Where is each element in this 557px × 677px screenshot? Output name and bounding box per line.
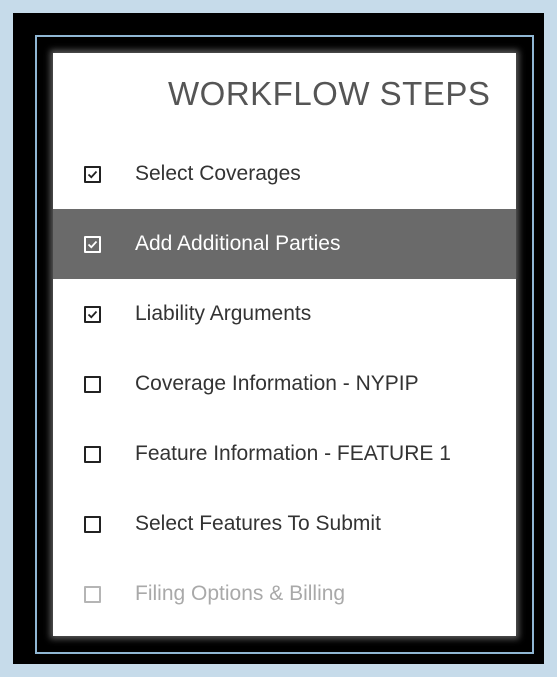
checkbox-checked-icon[interactable] bbox=[84, 165, 101, 183]
step-label: Select Features To Submit bbox=[135, 512, 381, 535]
step-select-features-to-submit[interactable]: Select Features To Submit bbox=[53, 489, 516, 559]
step-label: Add Additional Parties bbox=[135, 232, 341, 255]
panel-title: WORKFLOW STEPS bbox=[168, 75, 491, 112]
workflow-steps-panel: WORKFLOW STEPS Select Coverages Add Addi… bbox=[53, 53, 516, 636]
step-add-additional-parties[interactable]: Add Additional Parties bbox=[53, 209, 516, 279]
workflow-steps-list: Select Coverages Add Additional Parties … bbox=[53, 139, 516, 629]
checkbox-empty-icon[interactable] bbox=[84, 515, 101, 533]
step-label: Feature Information - FEATURE 1 bbox=[135, 442, 451, 465]
step-feature-information-feature-1[interactable]: Feature Information - FEATURE 1 bbox=[53, 419, 516, 489]
step-select-coverages[interactable]: Select Coverages bbox=[53, 139, 516, 209]
checkbox-checked-icon[interactable] bbox=[84, 235, 101, 253]
step-label: Liability Arguments bbox=[135, 302, 312, 325]
checkbox-empty-icon[interactable] bbox=[84, 445, 101, 463]
step-coverage-information-nypip[interactable]: Coverage Information - NYPIP bbox=[53, 349, 516, 419]
frame-border: WORKFLOW STEPS Select Coverages Add Addi… bbox=[35, 35, 534, 654]
step-label: Select Coverages bbox=[135, 162, 301, 185]
step-label: Coverage Information - NYPIP bbox=[135, 372, 419, 395]
checkbox-empty-icon bbox=[84, 585, 101, 603]
step-liability-arguments[interactable]: Liability Arguments bbox=[53, 279, 516, 349]
checkbox-empty-icon[interactable] bbox=[84, 375, 101, 393]
screenshot-frame: WORKFLOW STEPS Select Coverages Add Addi… bbox=[13, 13, 544, 664]
checkbox-checked-icon[interactable] bbox=[84, 305, 101, 323]
step-filing-options-billing: Filing Options & Billing bbox=[53, 559, 516, 629]
step-label: Filing Options & Billing bbox=[135, 582, 346, 605]
